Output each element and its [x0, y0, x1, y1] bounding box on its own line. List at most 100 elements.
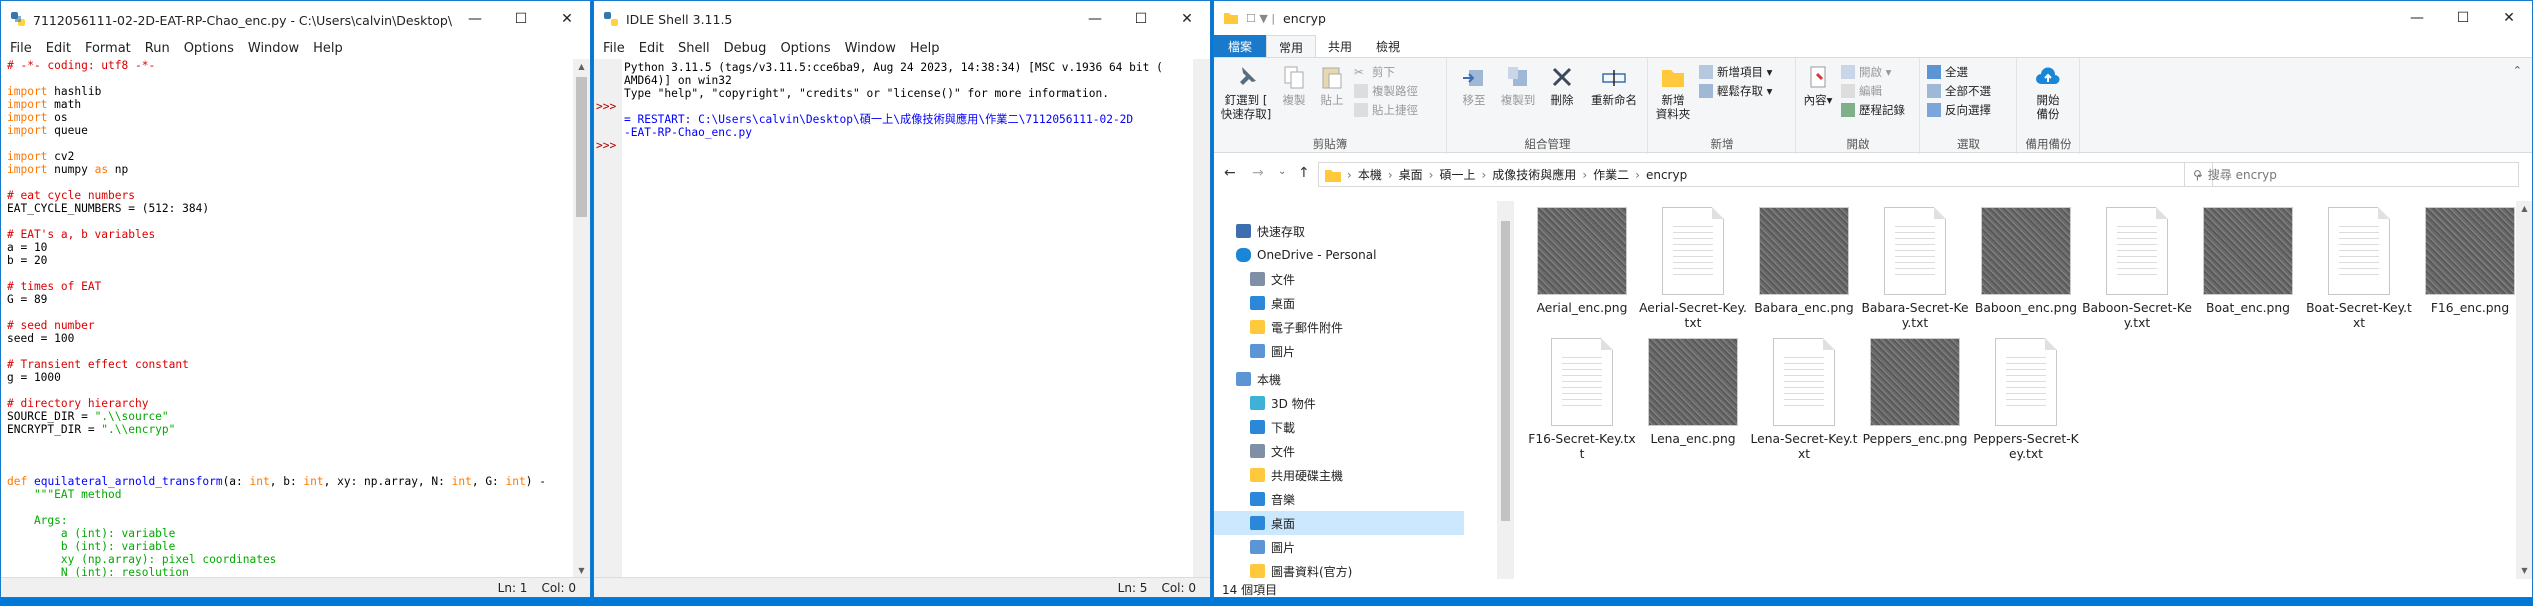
- file-item[interactable]: Peppers_enc.png: [1860, 338, 1970, 447]
- tab-home[interactable]: 常用: [1266, 35, 1317, 57]
- menu-format[interactable]: Format: [78, 41, 138, 56]
- select-none-button[interactable]: 全部不選: [1927, 83, 1991, 99]
- breadcrumb-item[interactable]: 成像技術與應用: [1492, 166, 1576, 183]
- open-button[interactable]: 開啟 ▾: [1841, 64, 1891, 80]
- paste-button[interactable]: 貼上: [1314, 64, 1350, 107]
- nav-item[interactable]: 圖片: [1214, 535, 1464, 559]
- properties-button[interactable]: 內容▾: [1801, 64, 1835, 107]
- tab-share[interactable]: 共用: [1316, 35, 1364, 57]
- menu-help[interactable]: Help: [306, 41, 350, 56]
- menu-file[interactable]: File: [596, 41, 632, 56]
- file-item[interactable]: Aerial-Secret-Key.txt: [1638, 207, 1748, 331]
- delete-button[interactable]: 刪除: [1544, 64, 1580, 107]
- maximize-icon[interactable]: ☐: [498, 1, 544, 37]
- file-item[interactable]: Baboon_enc.png: [1971, 207, 2081, 316]
- nav-item[interactable]: 桌面: [1214, 511, 1464, 535]
- minimize-icon[interactable]: —: [2394, 1, 2440, 36]
- breadcrumb-item[interactable]: 桌面: [1399, 166, 1423, 183]
- breadcrumb[interactable]: › 本機 › 桌面 › 碩一上 › 成像技術與應用 › 作業二 › encryp ⌄: [1318, 162, 2213, 187]
- scroll-thumb[interactable]: [576, 77, 587, 217]
- copy-to-button[interactable]: 複製到: [1498, 64, 1538, 107]
- nav-item[interactable]: 本機: [1214, 367, 1464, 391]
- scroll-up-icon[interactable]: ▲: [2516, 201, 2532, 217]
- file-item[interactable]: Boat-Secret-Key.txt: [2304, 207, 2414, 331]
- invert-selection-button[interactable]: 反向選擇: [1927, 102, 1991, 118]
- file-item[interactable]: Lena_enc.png: [1638, 338, 1748, 447]
- nav-item[interactable]: 圖片: [1214, 339, 1464, 363]
- minimize-icon[interactable]: —: [1072, 1, 1118, 37]
- nav-item[interactable]: OneDrive - Personal: [1214, 243, 1464, 267]
- menu-edit[interactable]: Edit: [39, 41, 78, 56]
- file-item[interactable]: Baboon-Secret-Key.txt: [2082, 207, 2192, 331]
- cut-button[interactable]: ✂ 剪下: [1354, 64, 1395, 80]
- new-item-button[interactable]: 新增項目 ▾: [1699, 64, 1772, 80]
- menu-run[interactable]: Run: [138, 41, 177, 56]
- breadcrumb-item[interactable]: 本機: [1358, 166, 1382, 183]
- rename-button[interactable]: 重新命名: [1586, 64, 1642, 107]
- file-item[interactable]: F16_enc.png: [2415, 207, 2525, 316]
- menu-edit[interactable]: Edit: [632, 41, 671, 56]
- tab-file[interactable]: 檔案: [1214, 35, 1267, 57]
- nav-item[interactable]: 3D 物件: [1214, 391, 1464, 415]
- recent-locations-icon[interactable]: ⌄: [1278, 166, 1286, 177]
- files-scrollbar[interactable]: ▲ ▼: [2516, 201, 2532, 579]
- history-button[interactable]: 歷程記錄: [1841, 102, 1905, 118]
- nav-item[interactable]: 電子郵件附件: [1214, 315, 1464, 339]
- scroll-up-icon[interactable]: ▲: [573, 59, 590, 75]
- shell-titlebar[interactable]: IDLE Shell 3.11.5 — ☐ ✕: [594, 1, 1210, 37]
- breadcrumb-item[interactable]: 作業二: [1593, 166, 1629, 183]
- breadcrumb-item[interactable]: encryp: [1646, 168, 1687, 182]
- menu-options[interactable]: Options: [773, 41, 837, 56]
- shell-scrollbar[interactable]: [1193, 59, 1210, 579]
- menu-help[interactable]: Help: [903, 41, 947, 56]
- code-editor[interactable]: # -*- coding: utf8 -*- import hashlib impo…: [1, 59, 575, 579]
- maximize-icon[interactable]: ☐: [1118, 1, 1164, 37]
- file-item[interactable]: Boat_enc.png: [2193, 207, 2303, 316]
- tab-view[interactable]: 檢視: [1364, 35, 1412, 57]
- close-icon[interactable]: ✕: [2486, 1, 2532, 36]
- breadcrumb-item[interactable]: 碩一上: [1439, 166, 1475, 183]
- paste-shortcut-button[interactable]: 貼上捷徑: [1354, 102, 1418, 118]
- menu-shell[interactable]: Shell: [671, 41, 717, 56]
- collapse-ribbon-icon[interactable]: ⌃: [2513, 64, 2522, 77]
- nav-item[interactable]: 音樂: [1214, 487, 1464, 511]
- select-all-button[interactable]: 全選: [1927, 64, 1968, 80]
- menu-options[interactable]: Options: [177, 41, 241, 56]
- shell-output[interactable]: Python 3.11.5 (tags/v3.11.5:cce6ba9, Aug…: [624, 59, 1189, 579]
- back-icon[interactable]: ←: [1224, 165, 1236, 181]
- maximize-icon[interactable]: ☐: [2440, 1, 2486, 36]
- nav-item[interactable]: 圖書資料(官方): [1214, 559, 1464, 579]
- menu-file[interactable]: File: [3, 41, 39, 56]
- copy-path-button[interactable]: 複製路徑: [1354, 83, 1418, 99]
- file-item[interactable]: Babara-Secret-Key.txt: [1860, 207, 1970, 331]
- quick-access-toolbar-icon[interactable]: ☐ ▼ |: [1246, 12, 1275, 25]
- nav-item[interactable]: 文件: [1214, 439, 1464, 463]
- file-item[interactable]: Babara_enc.png: [1749, 207, 1859, 316]
- nav-scrollbar[interactable]: [1497, 201, 1514, 579]
- new-folder-button[interactable]: 新增 資料夾: [1653, 64, 1693, 121]
- forward-icon[interactable]: →: [1252, 165, 1264, 181]
- pin-quick-access-button[interactable]: 釘選到 [ 快速存取]: [1218, 64, 1274, 121]
- nav-item[interactable]: 快速存取: [1214, 219, 1464, 243]
- editor-scrollbar[interactable]: ▲ ▼: [573, 59, 590, 579]
- menu-window[interactable]: Window: [241, 41, 306, 56]
- edit-button[interactable]: 編輯: [1841, 83, 1882, 99]
- nav-item[interactable]: 下載: [1214, 415, 1464, 439]
- menu-debug[interactable]: Debug: [717, 41, 774, 56]
- explorer-titlebar[interactable]: ☐ ▼ | encryp — ☐ ✕: [1214, 1, 2532, 35]
- close-icon[interactable]: ✕: [544, 1, 590, 37]
- nav-item[interactable]: 文件: [1214, 267, 1464, 291]
- up-icon[interactable]: ↑: [1298, 165, 1310, 181]
- file-item[interactable]: Peppers-Secret-Key.txt: [1971, 338, 2081, 462]
- scroll-down-icon[interactable]: ▼: [2516, 563, 2532, 579]
- file-item[interactable]: F16-Secret-Key.txt: [1527, 338, 1637, 462]
- scroll-thumb[interactable]: [1501, 221, 1510, 521]
- search-box[interactable]: ⚲ 搜尋 encryp: [2184, 162, 2519, 187]
- nav-item[interactable]: 桌面: [1214, 291, 1464, 315]
- close-icon[interactable]: ✕: [1164, 1, 1210, 37]
- start-backup-button[interactable]: 開始 備份: [2022, 64, 2074, 121]
- copy-button[interactable]: 複製: [1276, 64, 1312, 107]
- nav-item[interactable]: 共用硬碟主機: [1214, 463, 1464, 487]
- file-item[interactable]: Lena-Secret-Key.txt: [1749, 338, 1859, 462]
- menu-window[interactable]: Window: [838, 41, 903, 56]
